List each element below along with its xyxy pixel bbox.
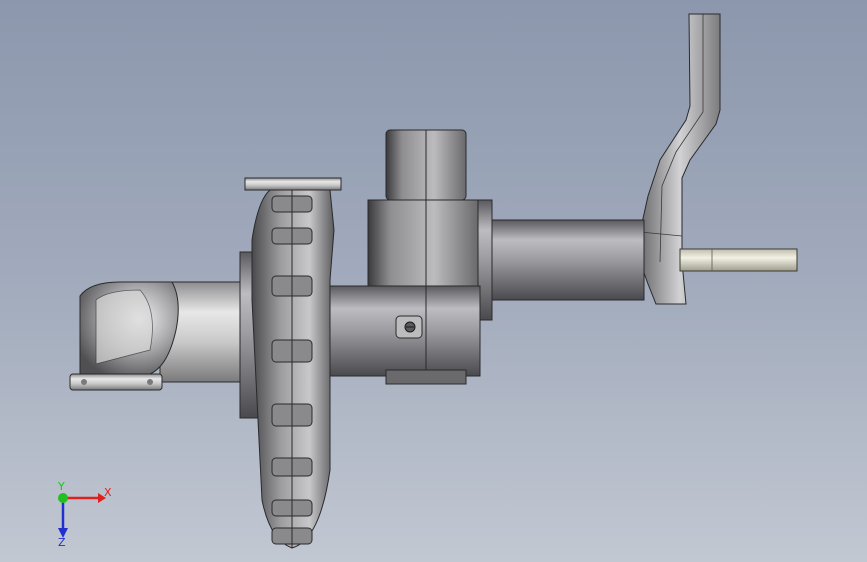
coordinate-triad: X Y Z — [57, 480, 112, 549]
x-axis-label: X — [104, 486, 112, 499]
pump-volute[interactable] — [244, 177, 342, 549]
y-axis-label: Y — [57, 480, 65, 493]
inlet-pipe[interactable] — [159, 251, 265, 419]
z-axis-label: Z — [58, 536, 66, 549]
shaft-tube[interactable] — [477, 199, 645, 321]
3d-viewport[interactable]: X Y Z — [0, 0, 867, 562]
motor-housing[interactable] — [329, 129, 481, 385]
pump-assembly-model[interactable] — [0, 0, 867, 562]
drive-shaft[interactable] — [679, 248, 798, 272]
y-axis-dot — [58, 493, 68, 503]
